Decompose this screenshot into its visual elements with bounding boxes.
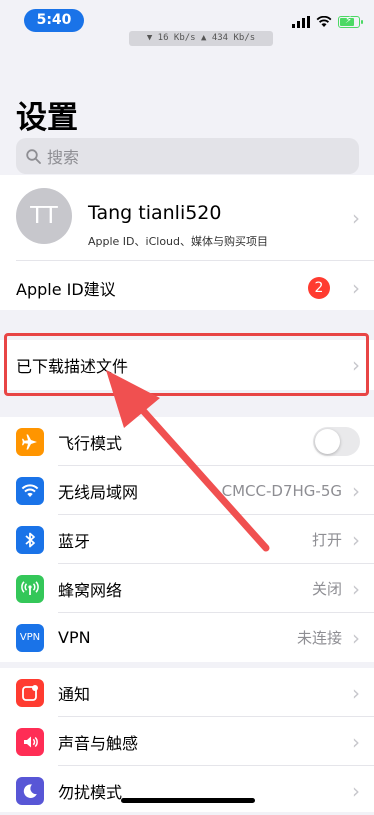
battery-icon: ⚡ [338, 15, 363, 28]
vpn-icon: VPN [16, 623, 44, 652]
notifications-group: 通知 › 声音与触感 › 勿扰模式 › [0, 668, 374, 812]
wifi-label: 无线局域网 [58, 482, 139, 502]
chevron-right-icon: › [352, 576, 360, 601]
wifi-status-icon [316, 16, 332, 27]
wifi-row[interactable]: 无线局域网 CMCC-D7HG-5G › [0, 466, 374, 515]
bluetooth-row[interactable]: 蓝牙 打开 › [0, 515, 374, 564]
do-not-disturb-label: 勿扰模式 [58, 782, 123, 802]
account-group: TT Tang tianli520 Apple ID、iCloud、媒体与购买项… [0, 175, 374, 310]
page-title: 设置 [16, 100, 78, 136]
chevron-right-icon: › [352, 478, 360, 503]
cellular-label: 蜂窝网络 [58, 580, 123, 600]
search-input[interactable]: 搜索 [16, 138, 359, 174]
signal-icon [292, 16, 310, 28]
bluetooth-label: 蓝牙 [58, 531, 91, 551]
connectivity-group: 飞行模式 无线局域网 CMCC-D7HG-5G › 蓝牙 打开 › 蜂窝网络 关… [0, 417, 374, 662]
vpn-row[interactable]: VPN VPN 未连接 › [0, 613, 374, 662]
profile-subtitle: Apple ID、iCloud、媒体与购买项目 [88, 235, 269, 248]
notification-badge: 2 [308, 276, 330, 299]
apple-id-suggestions-row[interactable]: Apple ID建议 2 › [0, 263, 374, 312]
wifi-icon [16, 476, 44, 505]
apple-id-suggestions-label: Apple ID建议 [16, 279, 116, 299]
vpn-value: 未连接 [296, 629, 342, 647]
network-speed: ▼ 16 Kb/s ▲ 434 Kb/s [129, 31, 273, 46]
sound-icon [16, 727, 44, 756]
profile-row[interactable]: TT Tang tianli520 Apple ID、iCloud、媒体与购买项… [0, 175, 374, 261]
search-placeholder: 搜索 [47, 148, 80, 167]
chevron-right-icon: › [352, 729, 360, 754]
airplane-mode-toggle[interactable] [313, 427, 360, 456]
airplane-mode-row[interactable]: 飞行模式 [0, 417, 374, 466]
home-indicator [121, 798, 255, 803]
airplane-icon [16, 427, 44, 456]
chevron-right-icon: › [352, 680, 360, 705]
sounds-row[interactable]: 声音与触感 › [0, 717, 374, 766]
chevron-right-icon: › [352, 527, 360, 552]
airplane-mode-label: 飞行模式 [58, 433, 123, 453]
search-icon [26, 148, 41, 164]
chevron-right-icon: › [352, 275, 360, 300]
cellular-row[interactable]: 蜂窝网络 关闭 › [0, 564, 374, 613]
notification-icon [16, 678, 44, 707]
highlight-annotation-box [4, 333, 369, 396]
wifi-value: CMCC-D7HG-5G [221, 481, 342, 500]
chevron-right-icon: › [352, 206, 360, 230]
notifications-row[interactable]: 通知 › [0, 668, 374, 717]
profile-name: Tang tianli520 [88, 202, 222, 224]
bluetooth-value: 打开 [311, 531, 342, 549]
status-time: 5:40 [24, 9, 84, 32]
vpn-label: VPN [58, 628, 91, 647]
bluetooth-icon [16, 525, 44, 554]
chevron-right-icon: › [352, 778, 360, 803]
chevron-right-icon: › [352, 625, 360, 650]
cellular-value: 关闭 [311, 580, 342, 598]
cellular-icon [16, 574, 44, 603]
notifications-label: 通知 [58, 684, 91, 704]
sounds-label: 声音与触感 [58, 733, 139, 753]
do-not-disturb-row[interactable]: 勿扰模式 › [0, 766, 374, 815]
status-icons: ⚡ [292, 14, 363, 30]
status-bar: 5:40 ▼ 16 Kb/s ▲ 434 Kb/s ⚡ [0, 0, 374, 46]
moon-icon [16, 776, 44, 805]
avatar: TT [16, 188, 72, 244]
